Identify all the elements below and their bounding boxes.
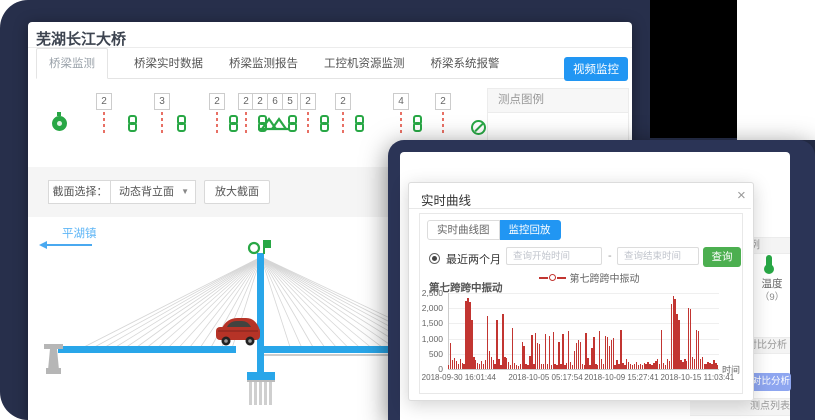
no-entry-icon[interactable] xyxy=(471,120,486,135)
sensor-count-badge: 2 xyxy=(435,93,451,110)
chain-link-icon[interactable] xyxy=(128,115,137,132)
y-tick-label: 2,500 xyxy=(409,288,443,298)
gridline xyxy=(448,293,719,294)
chart-bar xyxy=(717,365,718,369)
y-tick-label: 500 xyxy=(409,349,443,359)
sensor-count-badge: 2 xyxy=(335,93,351,110)
overlay-window-frame: 测点图例 温度 （9） 对比分析 对比分析 测点列表 实时曲线 × 实时曲线图监… xyxy=(388,140,815,420)
main-tab-bar: 桥梁监测桥梁实时数据桥梁监测报告工控机资源监测桥梁系统报警 xyxy=(36,48,624,79)
sensor-count-badge: 2 xyxy=(96,93,112,110)
gridline xyxy=(448,369,719,370)
chain-link-icon[interactable] xyxy=(413,115,422,132)
chart-area: 05001,0001,5002,0002,5002018-09-30 16:01… xyxy=(409,183,751,398)
screenshot-root: { "app": { "background_color": "#272f4b"… xyxy=(0,0,815,420)
pile-cap xyxy=(247,380,275,382)
stopwatch-icon[interactable] xyxy=(52,116,67,131)
y-tick-label: 1,500 xyxy=(409,318,443,328)
sensor-count-badge: 2 xyxy=(252,93,268,110)
bridge-tower xyxy=(257,253,264,380)
car xyxy=(216,318,260,346)
alarm-dash-line xyxy=(442,112,444,133)
overlay-window-page: 测点图例 温度 （9） 对比分析 对比分析 测点列表 实时曲线 × 实时曲线图监… xyxy=(400,152,790,420)
alarm-dash-line xyxy=(307,112,309,133)
thermometer-icon xyxy=(766,255,772,267)
section-dropdown[interactable]: 动态背立面 ▼ xyxy=(110,180,196,204)
alarm-dash-line xyxy=(103,112,105,133)
chain-link-icon[interactable] xyxy=(288,115,297,132)
alarm-dash-line xyxy=(245,112,247,133)
temperature-count: （9） xyxy=(748,289,796,303)
y-tick-label: 1,000 xyxy=(409,334,443,344)
chart-bar xyxy=(562,334,563,369)
sensor-count-badge: 5 xyxy=(282,93,298,110)
section-dropdown-value: 动态背立面 xyxy=(119,186,174,198)
zoom-section-button[interactable]: 放大截面 xyxy=(204,180,270,204)
sensor-count-badge: 4 xyxy=(393,93,409,110)
tab-桥梁系统报警[interactable]: 桥梁系统报警 xyxy=(431,49,500,78)
tower-piles xyxy=(249,382,272,405)
tower-pedestal xyxy=(247,372,275,380)
gridline xyxy=(448,308,719,309)
compare-analysis-button[interactable]: 对比分析 xyxy=(751,373,791,391)
background-panel xyxy=(737,0,815,140)
video-monitor-button[interactable]: 视频监控 xyxy=(564,57,628,81)
sensor-count-badge: 2 xyxy=(209,93,225,110)
chain-link-icon[interactable] xyxy=(229,115,238,132)
tab-桥梁实时数据[interactable]: 桥梁实时数据 xyxy=(134,49,203,78)
chain-link-icon[interactable] xyxy=(320,115,329,132)
chain-link-icon[interactable] xyxy=(355,115,364,132)
left-pier xyxy=(44,344,63,374)
sensor-count-badge: 3 xyxy=(154,93,170,110)
sensor-count-badge: 6 xyxy=(267,93,283,110)
chevron-down-icon: ▼ xyxy=(181,181,189,203)
x-axis-name: 时间 xyxy=(722,363,740,376)
chart-bar xyxy=(549,336,550,369)
alarm-dash-line xyxy=(400,112,402,133)
tab-桥梁监测报告[interactable]: 桥梁监测报告 xyxy=(229,49,298,78)
y-axis-line xyxy=(448,293,449,369)
tab-工控机资源监测[interactable]: 工控机资源监测 xyxy=(324,49,405,78)
point-legend-title: 测点图例 xyxy=(488,89,628,113)
chain-link-icon[interactable] xyxy=(177,115,186,132)
alarm-dash-line xyxy=(161,112,163,133)
alarm-dash-line xyxy=(342,112,344,133)
alarm-dash-line xyxy=(216,112,218,133)
section-select-label: 截面选择： xyxy=(48,180,111,204)
tower-top-sensor-icons[interactable] xyxy=(249,240,271,254)
black-video-region xyxy=(650,0,737,138)
sensor-count-badge: 2 xyxy=(300,93,316,110)
y-tick-label: 2,000 xyxy=(409,303,443,313)
page-title: 芜湖长江大桥 xyxy=(36,28,126,49)
realtime-curve-modal: 实时曲线 × 实时曲线图监控回放 最近两个月 - 查询 第七跨跨中振动 第七跨跨… xyxy=(408,182,754,401)
x-tick-label: 2018-09-30 16:01:44 xyxy=(414,373,504,382)
truss-icon[interactable] xyxy=(258,116,290,131)
tab-桥梁监测[interactable]: 桥梁监测 xyxy=(36,48,108,79)
